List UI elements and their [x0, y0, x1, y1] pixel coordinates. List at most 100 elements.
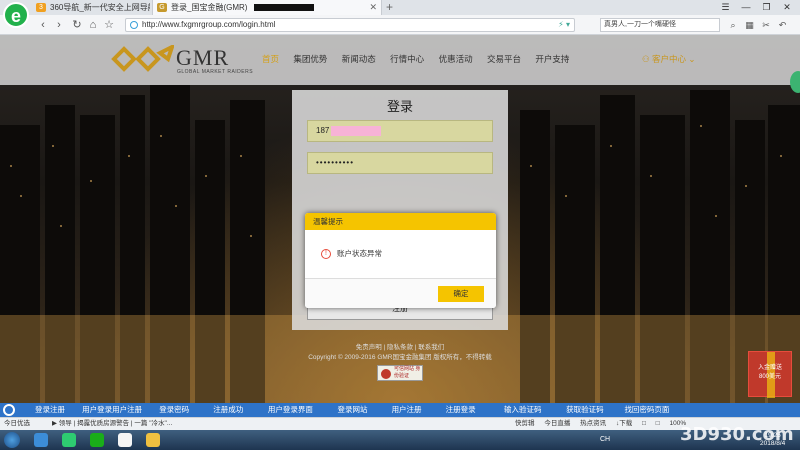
back-arrow-icon[interactable]: ‹ — [36, 17, 50, 33]
copyright-text: Copyright © 2009-2016 GMR国宝金融集团 版权所有，不得转… — [308, 354, 492, 361]
tab-label: 登录_国宝金融(GMR) — [171, 3, 248, 12]
nav-market-center[interactable]: 行情中心 — [390, 53, 424, 65]
keyword-link[interactable]: 登录注册 — [24, 403, 76, 417]
status-tool[interactable]: □ — [642, 420, 646, 427]
folder-icon[interactable] — [146, 433, 160, 447]
gmr-favicon-icon: G — [157, 3, 167, 12]
browser-tab-bar: 3 360导航_新一代安全上网导航 G 登录_国宝金融(GMR) ✕ + ☰ —… — [0, 0, 800, 15]
password-field[interactable]: •••••••••• — [307, 152, 493, 174]
nav-account-support[interactable]: 开户支持 — [535, 53, 569, 65]
tab-favicon-icon: 3 — [36, 3, 46, 12]
main-nav: 首页 集团优势 新闻动态 行情中心 优惠活动 交易平台 开户支持 — [262, 53, 581, 65]
maximize-button[interactable]: ❐ — [757, 0, 775, 15]
search-icon[interactable] — [3, 404, 15, 416]
modal-title: 温馨提示 — [305, 213, 496, 230]
url-tools-icon[interactable]: ⚡ ▾ — [558, 19, 570, 31]
url-text: http://www.fxgmrgroup.com/login.html — [142, 20, 276, 29]
nav-news[interactable]: 新闻动态 — [342, 53, 376, 65]
promo-gift-box[interactable]: 入金赠送 800美元 — [748, 351, 792, 398]
username-field[interactable]: 187 — [307, 120, 493, 142]
tray-language[interactable]: CH — [600, 430, 610, 450]
tab-gmr-login[interactable]: G 登录_国宝金融(GMR) ✕ — [152, 0, 382, 15]
keyword-link[interactable]: 注册登录 — [435, 403, 487, 417]
keyword-link[interactable]: 登录密码 — [148, 403, 200, 417]
start-button-icon[interactable] — [4, 432, 20, 448]
user-icon: ⚇ — [642, 54, 652, 64]
forward-arrow-icon[interactable]: › — [52, 17, 66, 33]
home-icon[interactable]: ⌂ — [86, 17, 100, 33]
status-tool[interactable]: 快剪辑 — [515, 420, 535, 427]
keyword-list: 登录注册 用户登录用户注册 登录密码 注册成功 用户登录界面 登录网站 用户注册… — [24, 403, 681, 417]
redaction-bar — [253, 4, 314, 12]
status-featured[interactable]: 今日优选 — [4, 418, 30, 430]
confirm-button[interactable]: 确定 — [438, 286, 484, 302]
nav-trading-platform[interactable]: 交易平台 — [487, 53, 521, 65]
user-center-link[interactable]: ⚇ 客户中心 ⌄ — [642, 53, 695, 65]
logo-text[interactable]: GMR — [176, 45, 229, 71]
keyword-link[interactable]: 用户登录用户注册 — [78, 403, 146, 417]
keyword-link[interactable]: 获取验证码 — [559, 403, 611, 417]
search-icon[interactable]: ⌕ — [726, 18, 740, 32]
chevron-down-icon: ⌄ — [686, 54, 696, 64]
browser-360-icon[interactable] — [62, 433, 76, 447]
username-value: 187 — [316, 126, 330, 135]
warning-icon: ! — [321, 249, 331, 259]
logo-subtitle: GLOBAL MARKET RAIDERS — [177, 69, 254, 75]
status-tool[interactable]: 今日直播 — [544, 420, 570, 427]
status-tool[interactable]: □ — [656, 420, 660, 427]
gmr-logo-icon[interactable] — [110, 45, 174, 73]
close-tab-icon[interactable]: ✕ — [369, 0, 377, 15]
modal-footer: 确定 — [305, 278, 496, 308]
minimize-button[interactable]: — — [737, 0, 755, 15]
keyword-link[interactable]: 输入验证码 — [489, 403, 557, 417]
footer-links[interactable]: 免责声明 | 隐私条款 | 联系我们 — [0, 341, 800, 351]
badge-text: 可信网站 身份验证 — [394, 366, 421, 379]
username-redaction — [331, 125, 382, 136]
address-bar: ‹ › ↻ ⌂ ☆ http://www.fxgmrgroup.com/logi… — [0, 15, 800, 44]
modal-message: 账户状态异常 — [337, 249, 382, 258]
keyword-search-bar: 登录注册 用户登录用户注册 登录密码 注册成功 用户登录界面 登录网站 用户注册… — [0, 403, 800, 417]
status-news-ticker[interactable]: ▶ 领导 | 揭露优质房源警告 | 一篇 "冷水"... — [52, 418, 172, 430]
cut-icon[interactable]: ✂ — [759, 18, 773, 32]
new-tab-button[interactable]: + — [386, 0, 393, 14]
menu-icon[interactable]: ☰ — [716, 0, 734, 15]
qq-icon[interactable] — [118, 433, 132, 447]
badge-icon — [381, 369, 391, 379]
undo-icon[interactable]: ↶ — [776, 18, 790, 32]
ie-icon[interactable] — [34, 433, 48, 447]
window-controls: ☰ — ❐ ✕ — [716, 0, 796, 15]
nav-home[interactable]: 首页 — [262, 53, 279, 65]
keyword-link[interactable]: 找回密码页面 — [613, 403, 681, 417]
wechat-icon[interactable] — [90, 433, 104, 447]
keyword-link[interactable]: 注册成功 — [202, 403, 254, 417]
site-header: GMR GLOBAL MARKET RAIDERS 首页 集团优势 新闻动态 行… — [0, 35, 800, 85]
promo-line2: 800美元 — [758, 374, 781, 380]
side-float-icon[interactable] — [790, 71, 800, 93]
star-icon[interactable]: ☆ — [102, 17, 116, 33]
keyword-link[interactable]: 用户注册 — [381, 403, 433, 417]
status-tools: 快剪辑 今日直播 热点资讯 ↓下载 □ □ 100% — [515, 418, 694, 430]
trusted-site-badge[interactable]: 可信网站 身份验证 — [377, 365, 423, 381]
tab-label: 360导航_新一代安全上网导航 — [50, 3, 150, 12]
nav-group-advantage[interactable]: 集团优势 — [293, 53, 327, 65]
360-browser-logo-icon[interactable]: e — [3, 2, 29, 28]
grid-icon[interactable]: ▦ — [743, 18, 757, 32]
security-icon — [130, 21, 138, 29]
watermark-text: 3D930.com — [680, 424, 794, 445]
status-tool[interactable]: ↓下载 — [616, 420, 632, 427]
login-title: 登录 — [386, 99, 413, 114]
promo-line1: 入金赠送 — [757, 365, 782, 371]
keyword-link[interactable]: 登录网站 — [326, 403, 378, 417]
close-window-button[interactable]: ✕ — [778, 0, 796, 15]
keyword-link[interactable]: 用户登录界面 — [256, 403, 324, 417]
user-center-label: 客户中心 — [651, 54, 686, 64]
alert-modal: 温馨提示 ! 账户状态异常 确定 — [305, 213, 496, 308]
url-field[interactable]: http://www.fxgmrgroup.com/login.html ⚡ ▾ — [125, 18, 575, 32]
tab-360-navigation[interactable]: 3 360导航_新一代安全上网导航 — [32, 0, 150, 15]
modal-body: ! 账户状态异常 — [305, 230, 496, 278]
nav-promotions[interactable]: 优惠活动 — [439, 53, 473, 65]
refresh-icon[interactable]: ↻ — [70, 17, 84, 33]
browser-search-input[interactable]: 真男人,一刀一个嘴硬怪 — [600, 18, 720, 32]
page-content: GMR GLOBAL MARKET RAIDERS 首页 集团优势 新闻动态 行… — [0, 35, 800, 403]
status-tool[interactable]: 热点资讯 — [580, 420, 606, 427]
